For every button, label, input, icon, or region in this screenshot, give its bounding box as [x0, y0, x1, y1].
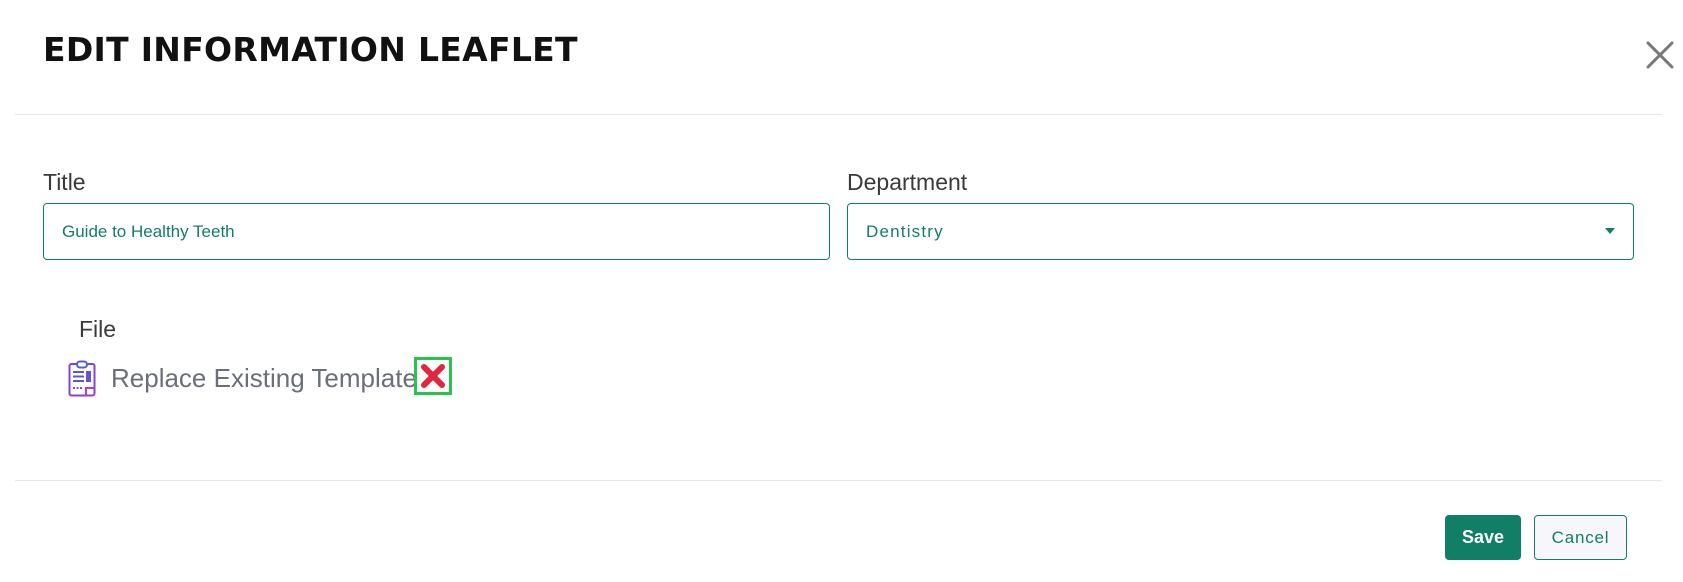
- department-select[interactable]: Dentistry: [847, 203, 1634, 260]
- save-button[interactable]: Save: [1445, 515, 1521, 560]
- file-label: File: [79, 316, 117, 342]
- document-icon: [68, 360, 96, 397]
- remove-file-button[interactable]: [414, 357, 452, 395]
- title-input[interactable]: [43, 203, 830, 260]
- close-icon: [1646, 41, 1674, 69]
- department-label: Department: [847, 169, 968, 195]
- edit-leaflet-modal: EDIT INFORMATION LEAFLET Title Departmen…: [0, 0, 1683, 582]
- remove-x-icon: [421, 364, 445, 388]
- footer-divider: [15, 480, 1662, 481]
- close-button[interactable]: [1643, 38, 1677, 72]
- title-label: Title: [43, 169, 86, 195]
- header-divider: [15, 114, 1662, 115]
- modal-title: EDIT INFORMATION LEAFLET: [43, 30, 578, 69]
- department-value: Dentistry: [866, 222, 944, 241]
- chevron-down-icon: [1605, 228, 1615, 234]
- cancel-button[interactable]: Cancel: [1534, 515, 1627, 560]
- file-name: Replace Existing Template: [111, 363, 417, 393]
